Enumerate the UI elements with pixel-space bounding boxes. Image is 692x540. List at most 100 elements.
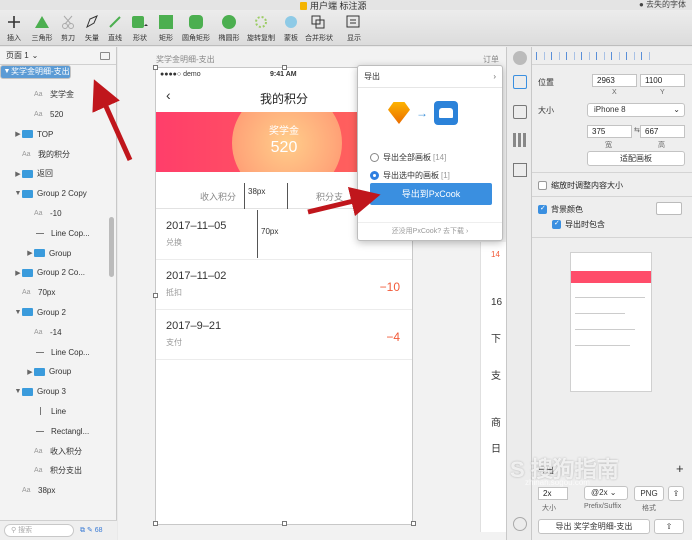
- layer-item[interactable]: Line Cop...: [0, 223, 116, 243]
- line-button[interactable]: 直线: [101, 13, 129, 43]
- share-export-icon[interactable]: ⇧: [654, 519, 684, 534]
- layer-item[interactable]: ▼ Group 3: [0, 382, 116, 402]
- layer-item[interactable]: Line: [0, 402, 116, 422]
- slice-plugin-icon[interactable]: [513, 133, 527, 147]
- combine-shapes-button[interactable]: 合并形状: [305, 13, 333, 43]
- insert-button[interactable]: 插入: [0, 13, 28, 43]
- disclosure-closed-icon[interactable]: ▶: [26, 249, 34, 257]
- missing-fonts-indicator[interactable]: ● 去失的字体: [639, 0, 686, 10]
- layer-item[interactable]: ▼ Group 2 Copy: [0, 184, 116, 204]
- layer-item[interactable]: Rectangl...: [0, 421, 116, 441]
- oval-button[interactable]: 椭圆形: [215, 13, 243, 43]
- layer-item[interactable]: Aa -14: [0, 322, 116, 342]
- layer-item[interactable]: Aa 收入积分: [0, 441, 116, 461]
- align-middle-icon[interactable]: [596, 51, 605, 60]
- artboard-label-2[interactable]: 订单: [483, 54, 499, 65]
- resize-content-checkbox[interactable]: 缩放时调整内容大小: [538, 180, 623, 191]
- disclosure-closed-icon[interactable]: ▶: [14, 130, 22, 138]
- distribute-v-icon[interactable]: [641, 51, 650, 60]
- canvas[interactable]: 奖学金明细-支出 订单 ●●●●○ demo 9:41 AM ‹ 我的积分 奖学…: [118, 47, 506, 540]
- resize-handle[interactable]: [282, 65, 287, 70]
- layer-label: Group 2: [37, 307, 66, 317]
- export-all-radio[interactable]: 导出全部画板 [14]: [370, 152, 446, 163]
- position-x-field[interactable]: 2963: [592, 74, 637, 87]
- page-selector[interactable]: 页面 1 ⌄: [0, 47, 116, 65]
- align-center-icon[interactable]: [551, 51, 560, 60]
- export-to-pxcook-button[interactable]: 导出到PxCook: [370, 183, 492, 205]
- resize-handle[interactable]: [153, 521, 158, 526]
- align-left-icon[interactable]: [536, 51, 545, 60]
- fit-artboard-button[interactable]: 适配画板: [587, 151, 685, 166]
- disclosure-open-icon[interactable]: ▼: [3, 66, 11, 78]
- export-suffix-select[interactable]: @2x ⌄: [584, 486, 628, 500]
- layer-item[interactable]: ▶ TOP: [0, 124, 116, 144]
- layer-label: 奖学金: [50, 90, 74, 100]
- layer-item[interactable]: Aa 我的积分: [0, 144, 116, 164]
- spec-plugin-icon[interactable]: [513, 105, 527, 119]
- view-button[interactable]: 显示: [340, 13, 368, 43]
- layer-item[interactable]: Line Cop...: [0, 342, 116, 362]
- disclosure-open-icon[interactable]: ▼: [14, 190, 22, 197]
- disclosure-closed-icon[interactable]: ▶: [14, 269, 22, 277]
- export-plugin-icon[interactable]: [513, 75, 527, 89]
- export-selected-radio[interactable]: 导出选中的画板 [1]: [370, 170, 450, 181]
- background-color-swatch[interactable]: [656, 202, 682, 215]
- layer-item[interactable]: ▼ 奖学金明细-支出: [0, 65, 71, 79]
- include-on-export-checkbox[interactable]: 导出时包含: [552, 219, 605, 230]
- disclosure-closed-icon[interactable]: ▶: [14, 170, 22, 178]
- partial-artboard[interactable]: 14 16 下 支 商 日: [480, 242, 506, 532]
- list-item[interactable]: 2017–9–21 支付 −4: [156, 310, 412, 360]
- rectangle-button[interactable]: 矩形: [152, 13, 180, 43]
- layer-item[interactable]: ▶ Group: [0, 243, 116, 263]
- layer-item[interactable]: Aa -10: [0, 204, 116, 224]
- layer-item[interactable]: ▶ Group: [0, 362, 116, 382]
- layer-item[interactable]: Aa 38px: [0, 481, 116, 501]
- tab-expense[interactable]: 积分支: [316, 190, 343, 203]
- resize-handle[interactable]: [153, 65, 158, 70]
- lock-ratio-icon[interactable]: ⇆: [634, 126, 640, 134]
- export-artboard-button[interactable]: 导出 奖学金明细-支出: [538, 519, 650, 534]
- layer-item[interactable]: Aa 奖学金: [0, 85, 116, 105]
- width-field[interactable]: 375: [587, 125, 632, 138]
- add-export-button[interactable]: +: [676, 461, 684, 476]
- resize-handle[interactable]: [153, 293, 158, 298]
- layer-search-input[interactable]: ⚲ 搜索: [4, 524, 74, 537]
- layer-item[interactable]: ▼ Group 2: [0, 303, 116, 323]
- align-top-icon[interactable]: [581, 51, 590, 60]
- mask-button[interactable]: 蒙板: [277, 13, 305, 43]
- layer-item[interactable]: Aa 520: [0, 105, 116, 125]
- align-bottom-icon[interactable]: [611, 51, 620, 60]
- disclosure-open-icon[interactable]: ▼: [14, 309, 22, 316]
- tab-income[interactable]: 收入积分: [200, 190, 236, 203]
- download-pxcook-link[interactable]: 还没用PxCook? 去下载 ›: [358, 222, 502, 240]
- rounded-rectangle-button[interactable]: 圆角矩形: [182, 13, 210, 43]
- height-field[interactable]: 667: [640, 125, 685, 138]
- resize-handle[interactable]: [282, 521, 287, 526]
- export-scale-field[interactable]: 2x: [538, 487, 568, 500]
- background-color-checkbox[interactable]: 背景颜色: [538, 204, 583, 215]
- position-y-field[interactable]: 1100: [640, 74, 685, 87]
- device-select[interactable]: iPhone 8 ⌄: [587, 103, 685, 117]
- chevron-right-icon[interactable]: ›: [493, 72, 496, 81]
- align-right-icon[interactable]: [566, 51, 575, 60]
- layer-item[interactable]: Aa 积分支出: [0, 461, 116, 481]
- artboard-label[interactable]: 奖学金明细-支出: [156, 54, 215, 65]
- grid-plugin-icon[interactable]: [513, 163, 527, 177]
- list-item[interactable]: 2017–11–02 抵扣 −10: [156, 260, 412, 310]
- pxcook-plugin-icon[interactable]: [513, 51, 527, 65]
- layer-item[interactable]: ▶ Group 2 Co...: [0, 263, 116, 283]
- disclosure-closed-icon[interactable]: ▶: [26, 368, 34, 376]
- distribute-h-icon[interactable]: [626, 51, 635, 60]
- layer-item[interactable]: ▶ 返回: [0, 164, 116, 184]
- resize-handle[interactable]: [411, 521, 416, 526]
- share-icon[interactable]: ⇪: [668, 486, 684, 501]
- info-icon[interactable]: [513, 517, 527, 531]
- layers-scrollbar[interactable]: [109, 217, 114, 277]
- layer-item[interactable]: Aa 70px: [0, 283, 116, 303]
- shapes-button[interactable]: 形状: [126, 13, 154, 43]
- rotate-copy-button[interactable]: 旋转复制: [247, 13, 275, 43]
- triangle-button[interactable]: 三角形: [28, 13, 56, 43]
- export-format-select[interactable]: PNG: [634, 486, 664, 501]
- pages-toggle-icon[interactable]: [100, 51, 110, 60]
- disclosure-open-icon[interactable]: ▼: [14, 388, 22, 395]
